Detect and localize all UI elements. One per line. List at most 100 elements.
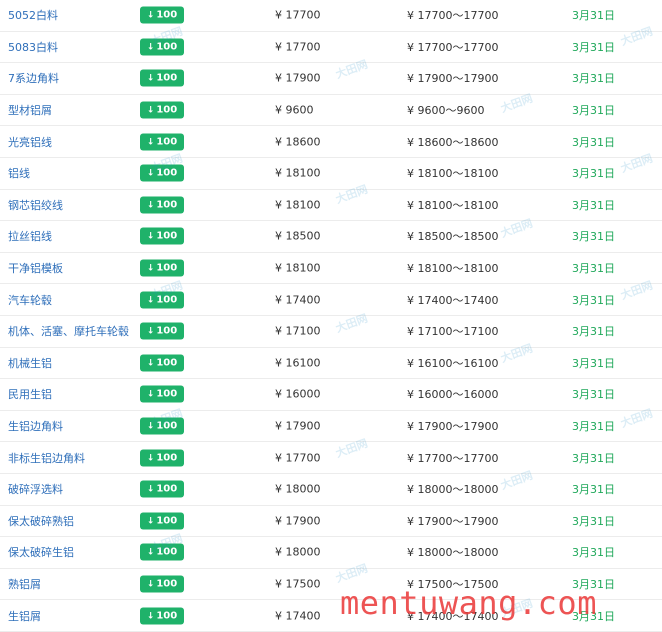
- price-range: ¥ 17900～17900: [407, 514, 499, 528]
- change-badge: ↓ 100: [140, 133, 184, 151]
- update-date: 3月31日: [572, 451, 615, 465]
- material-name-link[interactable]: 7系边角料: [8, 70, 59, 86]
- arrow-down-icon: ↓: [146, 295, 155, 306]
- change-value: 100: [156, 515, 178, 527]
- material-name-link[interactable]: 机体、活塞、摩托车轮毂: [8, 323, 129, 339]
- material-name-link[interactable]: 5052白料: [8, 7, 58, 23]
- update-date: 3月31日: [572, 40, 615, 54]
- price-value: ¥ 18100: [275, 166, 321, 180]
- update-date: 3月31日: [572, 420, 615, 434]
- table-row: 型材铝屑 ↓ 100 ¥ 9600 ¥ 9600～9600 3月31日: [0, 95, 662, 127]
- arrow-down-icon: ↓: [146, 168, 155, 179]
- price-value: ¥ 17700: [275, 451, 321, 465]
- arrow-down-icon: ↓: [146, 547, 155, 558]
- table-row: 机体、活塞、摩托车轮毂 ↓ 100 ¥ 17100 ¥ 17100～17100 3月31日: [0, 316, 662, 348]
- arrow-down-icon: ↓: [146, 42, 155, 53]
- material-name-link[interactable]: 光亮铝线: [8, 134, 52, 150]
- price-range: ¥ 18000～18000: [407, 546, 499, 560]
- table-row: 熟铝屑 ↓ 100 ¥ 17500 ¥ 17500～17500 3月31日: [0, 569, 662, 601]
- change-badge: ↓ 100: [140, 259, 184, 277]
- change-value: 100: [156, 294, 178, 306]
- price-range: ¥ 18100～18100: [407, 198, 499, 212]
- update-date: 3月31日: [572, 104, 615, 118]
- change-badge: ↓ 100: [140, 38, 184, 56]
- material-name-link[interactable]: 汽车轮毂: [8, 292, 52, 308]
- table-row: 5083白料 ↓ 100 ¥ 17700 ¥ 17700～17700 3月31日: [0, 32, 662, 64]
- material-name-link[interactable]: 破碎浮选料: [8, 481, 63, 497]
- change-badge: ↓ 100: [140, 480, 184, 498]
- table-row: 铝线 ↓ 100 ¥ 18100 ¥ 18100～18100 3月31日: [0, 158, 662, 190]
- price-range: ¥ 18600～18600: [407, 135, 499, 149]
- change-badge: ↓ 100: [140, 385, 184, 403]
- change-value: 100: [156, 199, 178, 211]
- material-name-link[interactable]: 保太破碎生铝: [8, 544, 74, 560]
- material-name-link[interactable]: 民用生铝: [8, 386, 52, 402]
- change-value: 100: [156, 452, 178, 464]
- material-name-link[interactable]: 型材铝屑: [8, 102, 52, 118]
- price-table: 5052白料 ↓ 100 ¥ 17700 ¥ 17700～17700 3月31日 5083白…: [0, 0, 662, 632]
- change-value: 100: [156, 546, 178, 558]
- material-name-link[interactable]: 熟铝屑: [8, 576, 41, 592]
- price-value: ¥ 18000: [275, 545, 321, 559]
- price-range: ¥ 16100～16100: [407, 356, 499, 370]
- change-value: 100: [156, 41, 178, 53]
- price-value: ¥ 18000: [275, 482, 321, 496]
- material-name-link[interactable]: 保太破碎熟铝: [8, 513, 74, 529]
- arrow-down-icon: ↓: [146, 105, 155, 116]
- change-badge: ↓ 100: [140, 322, 184, 340]
- arrow-down-icon: ↓: [146, 137, 155, 148]
- material-name-link[interactable]: 拉丝铝线: [8, 228, 52, 244]
- change-badge: ↓ 100: [140, 607, 184, 625]
- price-range: ¥ 17400～17400: [407, 293, 499, 307]
- table-row: 非标生铝边角料 ↓ 100 ¥ 17700 ¥ 17700～17700 3月31日: [0, 442, 662, 474]
- price-range: ¥ 9600～9600: [407, 104, 485, 118]
- material-name-link[interactable]: 5083白料: [8, 39, 58, 55]
- arrow-down-icon: ↓: [146, 389, 155, 400]
- table-row: 生铝屑 ↓ 100 ¥ 17400 ¥ 17400～17400 3月31日: [0, 600, 662, 632]
- update-date: 3月31日: [572, 72, 615, 86]
- price-value: ¥ 18100: [275, 261, 321, 275]
- update-date: 3月31日: [572, 388, 615, 402]
- price-range: ¥ 17700～17700: [407, 9, 499, 23]
- material-name-link[interactable]: 非标生铝边角料: [8, 450, 85, 466]
- material-name-link[interactable]: 钢芯铝绞线: [8, 197, 63, 213]
- change-value: 100: [156, 9, 178, 21]
- material-name-link[interactable]: 干净铝模板: [8, 260, 63, 276]
- table-row: 干净铝模板 ↓ 100 ¥ 18100 ¥ 18100～18100 3月31日: [0, 253, 662, 285]
- table-row: 汽车轮毂 ↓ 100 ¥ 17400 ¥ 17400～17400 3月31日: [0, 284, 662, 316]
- price-range: ¥ 18000～18000: [407, 483, 499, 497]
- change-value: 100: [156, 230, 178, 242]
- price-value: ¥ 16100: [275, 356, 321, 370]
- update-date: 3月31日: [572, 262, 615, 276]
- price-range: ¥ 17900～17900: [407, 72, 499, 86]
- price-value: ¥ 17400: [275, 293, 321, 307]
- table-row: 拉丝铝线 ↓ 100 ¥ 18500 ¥ 18500～18500 3月31日: [0, 221, 662, 253]
- update-date: 3月31日: [572, 9, 615, 23]
- change-value: 100: [156, 136, 178, 148]
- update-date: 3月31日: [572, 546, 615, 560]
- material-name-link[interactable]: 生铝边角料: [8, 418, 63, 434]
- change-badge: ↓ 100: [140, 227, 184, 245]
- arrow-down-icon: ↓: [146, 358, 155, 369]
- arrow-down-icon: ↓: [146, 579, 155, 590]
- table-row: 保太破碎生铝 ↓ 100 ¥ 18000 ¥ 18000～18000 3月31日: [0, 537, 662, 569]
- change-badge: ↓ 100: [140, 291, 184, 309]
- arrow-down-icon: ↓: [146, 516, 155, 527]
- update-date: 3月31日: [572, 198, 615, 212]
- arrow-down-icon: ↓: [146, 73, 155, 84]
- change-value: 100: [156, 167, 178, 179]
- change-value: 100: [156, 483, 178, 495]
- price-range: ¥ 17700～17700: [407, 40, 499, 54]
- material-name-link[interactable]: 铝线: [8, 165, 30, 181]
- price-value: ¥ 18500: [275, 229, 321, 243]
- price-value: ¥ 18600: [275, 135, 321, 149]
- change-badge: ↓ 100: [140, 449, 184, 467]
- material-name-link[interactable]: 生铝屑: [8, 608, 41, 624]
- material-name-link[interactable]: 机械生铝: [8, 355, 52, 371]
- change-value: 100: [156, 325, 178, 337]
- update-date: 3月31日: [572, 514, 615, 528]
- change-value: 100: [156, 357, 178, 369]
- price-value: ¥ 17900: [275, 71, 321, 85]
- price-range: ¥ 17400～17400: [407, 609, 499, 623]
- change-badge: ↓ 100: [140, 512, 184, 530]
